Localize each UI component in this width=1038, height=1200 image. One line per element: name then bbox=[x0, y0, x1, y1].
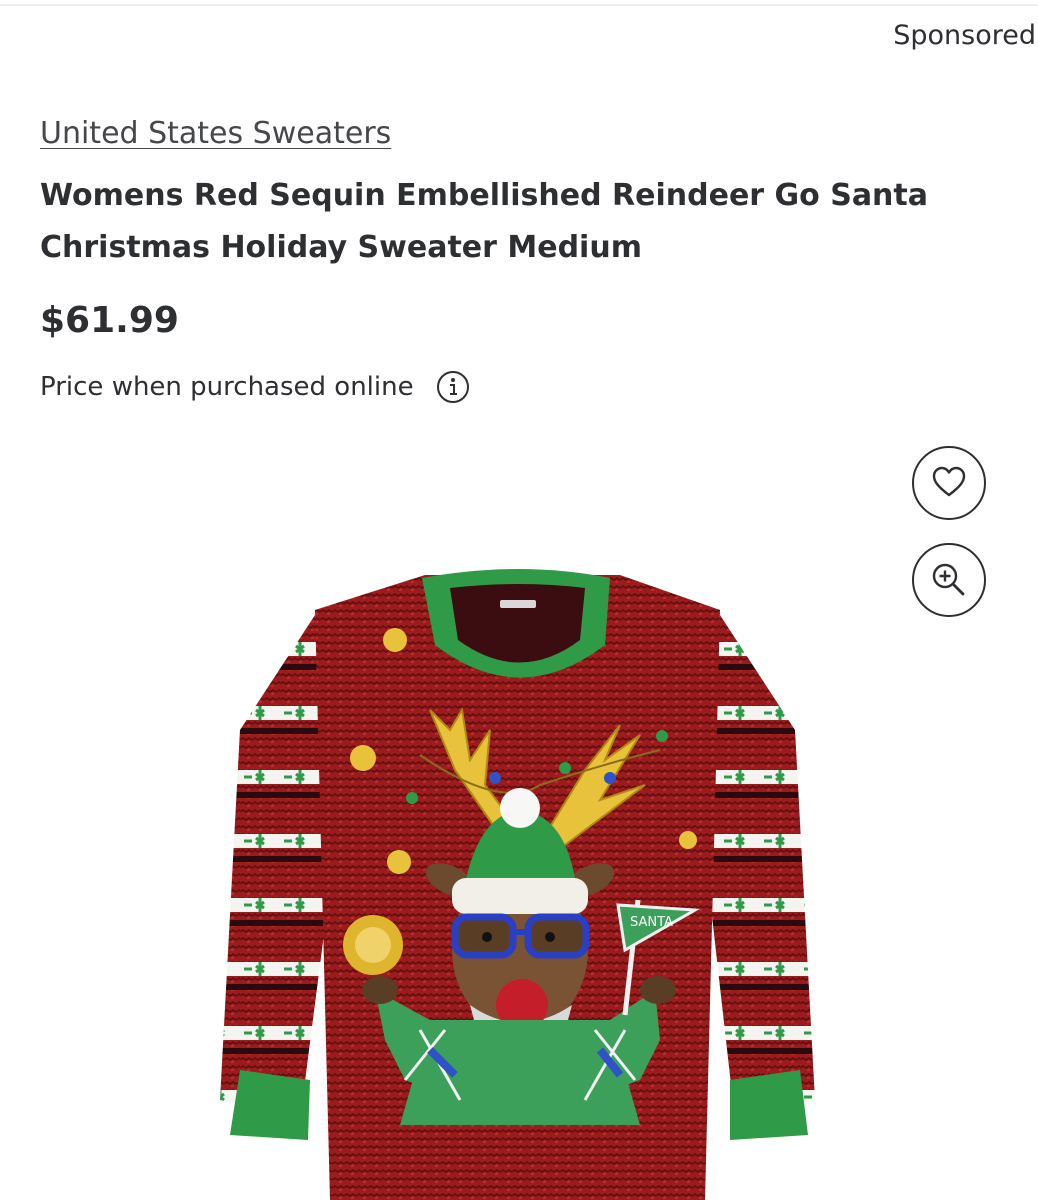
flag-text: SANTA bbox=[630, 915, 673, 930]
product-title: Womens Red Sequin Embellished Reindeer G… bbox=[40, 178, 929, 265]
heart-icon bbox=[932, 466, 966, 497]
product-image[interactable]: SANTA bbox=[200, 560, 840, 1200]
add-to-favorites-button[interactable] bbox=[912, 446, 986, 520]
product-page: Sponsored United States Sweaters Womens … bbox=[0, 0, 1038, 1200]
top-divider bbox=[0, 4, 1038, 6]
zoom-in-button[interactable] bbox=[912, 543, 986, 617]
sponsored-label: Sponsored bbox=[893, 20, 1036, 51]
zoom-in-icon bbox=[932, 563, 965, 596]
info-icon[interactable] bbox=[436, 370, 470, 404]
price-note: Price when purchased online bbox=[40, 372, 414, 402]
price-note-row: Price when purchased online bbox=[40, 370, 470, 404]
product-price: $61.99 bbox=[40, 300, 179, 341]
brand-link[interactable]: United States Sweaters bbox=[40, 116, 391, 151]
